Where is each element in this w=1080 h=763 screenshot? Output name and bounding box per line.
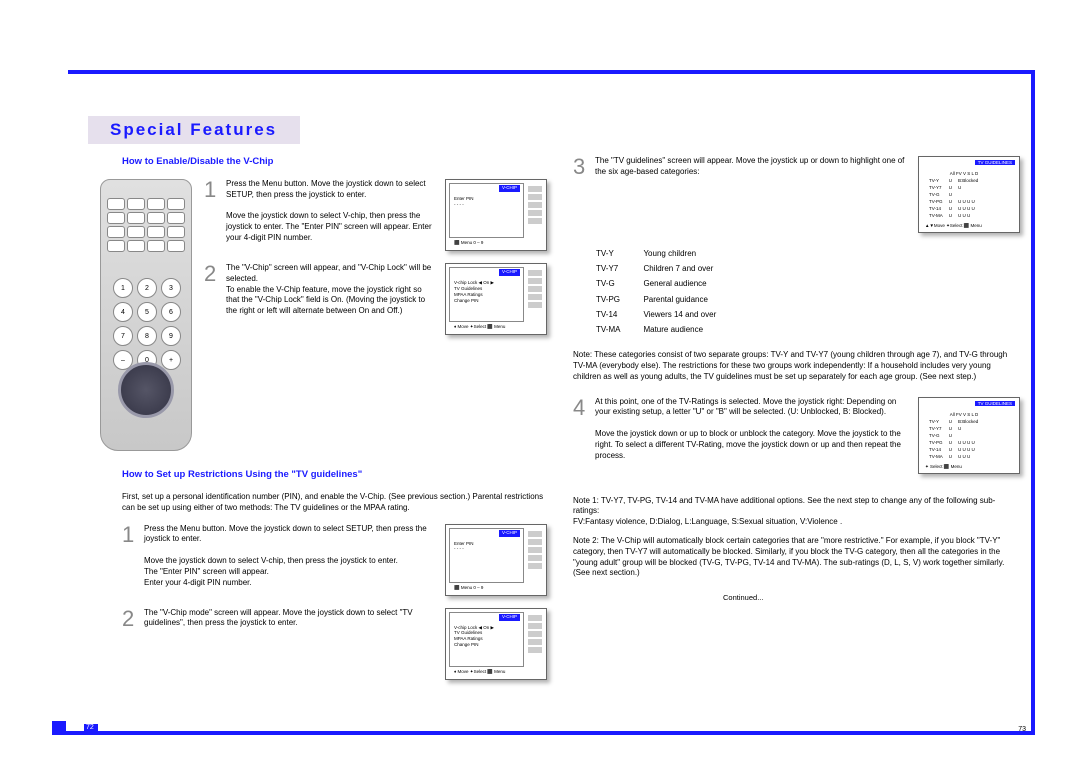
step-1-enable: 1 Press the Menu button. Move the joysti… bbox=[204, 179, 547, 251]
rating-code: TV-Y7 bbox=[595, 262, 640, 275]
frame-top bbox=[68, 70, 1035, 74]
step-text: The "V-Chip" screen will appear, and "V-… bbox=[226, 263, 437, 335]
step-number: 1 bbox=[204, 179, 218, 251]
screen-thumb-tv-guidelines-2: TV GUIDELINES All FV V S L DTV-YUB:Block… bbox=[918, 397, 1020, 474]
rating-desc: Parental guidance bbox=[642, 293, 736, 306]
step-number: 4 bbox=[573, 397, 587, 474]
screen-thumb-enter-pin: V-CHIP Enter PIN - - - - ⬛ Menu 0 – 9 bbox=[445, 179, 547, 251]
step-2-enable: 2 The "V-Chip" screen will appear, and "… bbox=[204, 263, 547, 335]
content-area: How to Enable/Disable the V-Chip 123 456… bbox=[100, 156, 1020, 721]
step-4: 4 At this point, one of the TV-Ratings i… bbox=[573, 397, 1020, 474]
remote-diagram-area: 123 456 789 –0+ 1 Press the Menu button.… bbox=[100, 179, 547, 451]
ratings-table: TV-YYoung childrenTV-Y7Children 7 and ov… bbox=[593, 245, 738, 338]
guidelines-grid: All FV V S L DTV-YUB:BlockedTV-Y7UUTV-GU… bbox=[925, 410, 1013, 461]
guidelines-grid: All FV V S L DTV-YUB:BlockedTV-Y7UUTV-GU… bbox=[925, 169, 1013, 220]
rating-desc: Mature audience bbox=[642, 323, 736, 336]
step-2-setup: 2 The "V-Chip mode" screen will appear. … bbox=[122, 608, 547, 680]
joystick-icon bbox=[118, 362, 174, 418]
frame-bottom bbox=[52, 731, 1035, 735]
manual-page-spread: Special Features How to Enable/Disable t… bbox=[0, 0, 1080, 763]
frame-left-tab bbox=[52, 721, 66, 735]
rating-code: TV-14 bbox=[595, 308, 640, 321]
step-1-setup: 1 Press the Menu button. Move the joysti… bbox=[122, 524, 547, 596]
screen-thumb-vchip-menu-2: V-CHIP V-chip Lock ◀ On ▶ TV Guidelines … bbox=[445, 608, 547, 680]
rating-desc: Viewers 14 and over bbox=[642, 308, 736, 321]
step-text: The "TV guidelines" screen will appear. … bbox=[595, 156, 910, 233]
rating-code: TV-G bbox=[595, 277, 640, 290]
rating-code: TV-Y bbox=[595, 247, 640, 260]
step-number: 3 bbox=[573, 156, 587, 233]
chapter-title-block: Special Features bbox=[88, 116, 300, 144]
step-text: Press the Menu button. Move the joystick… bbox=[144, 524, 437, 596]
rating-desc: Children 7 and over bbox=[642, 262, 736, 275]
right-page: 3 The "TV guidelines" screen will appear… bbox=[573, 156, 1020, 721]
heading-enable-vchip: How to Enable/Disable the V-Chip bbox=[122, 156, 547, 167]
continued-label: Continued... bbox=[723, 593, 1020, 602]
chapter-title: Special Features bbox=[110, 120, 277, 140]
note-2: Note 2: The V-Chip will automatically bl… bbox=[573, 536, 1020, 579]
note-1: Note 1: TV-Y7, TV-PG, TV-14 and TV-MA ha… bbox=[573, 496, 1020, 528]
page-number-left: 72 bbox=[84, 724, 98, 733]
step-number: 1 bbox=[122, 524, 136, 596]
left-page: How to Enable/Disable the V-Chip 123 456… bbox=[100, 156, 547, 721]
intro-text: First, set up a personal identification … bbox=[122, 492, 547, 514]
rating-desc: Young children bbox=[642, 247, 736, 260]
screen-thumb-enter-pin-2: V-CHIP Enter PIN - - - - ⬛ Menu 0 – 9 bbox=[445, 524, 547, 596]
frame-right bbox=[1031, 70, 1035, 735]
step-text: The "V-Chip mode" screen will appear. Mo… bbox=[144, 608, 437, 680]
remote-control-illustration: 123 456 789 –0+ bbox=[100, 179, 192, 451]
rating-code: TV-PG bbox=[595, 293, 640, 306]
step-number: 2 bbox=[204, 263, 218, 335]
step-3: 3 The "TV guidelines" screen will appear… bbox=[573, 156, 1020, 233]
step-number: 2 bbox=[122, 608, 136, 680]
note-categories: Note: These categories consist of two se… bbox=[573, 350, 1020, 382]
step-text: At this point, one of the TV-Ratings is … bbox=[595, 397, 910, 474]
page-number-right: 73 bbox=[1018, 726, 1026, 733]
rating-code: TV-MA bbox=[595, 323, 640, 336]
step-text: Press the Menu button. Move the joystick… bbox=[226, 179, 437, 251]
screen-thumb-tv-guidelines: TV GUIDELINES All FV V S L DTV-YUB:Block… bbox=[918, 156, 1020, 233]
heading-tv-guidelines: How to Set up Restrictions Using the "TV… bbox=[122, 469, 547, 480]
screen-thumb-vchip-menu: V-CHIP V-chip Lock ◀ On ▶ TV Guidelines … bbox=[445, 263, 547, 335]
rating-desc: General audience bbox=[642, 277, 736, 290]
